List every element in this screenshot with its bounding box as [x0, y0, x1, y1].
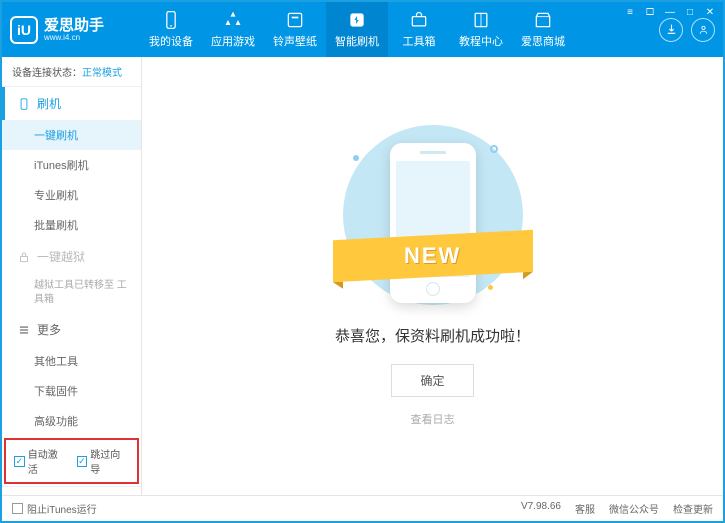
window-controls: ≡ 🞏 — □ ✕ [623, 5, 717, 19]
download-icon [665, 23, 678, 36]
main-content: NEW 恭喜您，保资料刷机成功啦！ 确定 查看日志 [142, 57, 723, 495]
nav-label: 智能刷机 [335, 33, 379, 49]
menu-icon[interactable]: ≡ [623, 5, 637, 19]
checkbox-label: 自动激活 [28, 446, 67, 476]
view-log-link[interactable]: 查看日志 [411, 411, 455, 427]
tab-ringtones[interactable]: 铃声壁纸 [264, 2, 326, 57]
nav-label: 爱思商城 [521, 33, 565, 49]
sidebar-item-download-firmware[interactable]: 下载固件 [2, 376, 141, 406]
app-window: ≡ 🞏 — □ ✕ iU 爱思助手 www.i4.cn 我的设备 应用游戏 铃声… [0, 0, 725, 523]
nav-label: 铃声壁纸 [273, 33, 317, 49]
close-icon[interactable]: ✕ [703, 5, 717, 19]
section-label: 刷机 [37, 95, 61, 112]
tab-tutorials[interactable]: 教程中心 [450, 2, 512, 57]
checkbox-label: 阻止iTunes运行 [27, 501, 97, 516]
success-message: 恭喜您，保资料刷机成功啦！ [335, 325, 530, 346]
checkbox-highlight-box: ✓自动激活 ✓跳过向导 [4, 438, 139, 484]
download-button[interactable] [659, 18, 683, 42]
menu-icon [17, 323, 31, 337]
check-update-link[interactable]: 检查更新 [673, 501, 713, 516]
minimize-icon[interactable]: — [663, 5, 677, 19]
wechat-link[interactable]: 微信公众号 [609, 501, 659, 516]
section-label: 更多 [37, 321, 61, 338]
footer-right: V7.98.66 客服 微信公众号 检查更新 [521, 501, 713, 516]
checkbox-label: 跳过向导 [90, 446, 129, 476]
user-button[interactable] [691, 18, 715, 42]
app-url: www.i4.cn [44, 33, 104, 42]
store-icon [533, 10, 553, 30]
phone-icon [17, 97, 31, 111]
section-more[interactable]: 更多 [2, 313, 141, 346]
ribbon-text: NEW [404, 243, 461, 269]
section-flash[interactable]: 刷机 [2, 87, 141, 120]
nav-tabs: 我的设备 应用游戏 铃声壁纸 智能刷机 工具箱 教程中心 爱思商城 [140, 2, 574, 57]
footer: 阻止iTunes运行 V7.98.66 客服 微信公众号 检查更新 [2, 495, 723, 521]
app-name: 爱思助手 [44, 18, 104, 33]
wallpaper-icon [285, 10, 305, 30]
maximize-icon[interactable]: □ [683, 5, 697, 19]
nav-label: 应用游戏 [211, 33, 255, 49]
phone-icon [161, 10, 181, 30]
flash-icon [347, 10, 367, 30]
lock-icon [17, 250, 31, 264]
section-jailbreak: 一键越狱 [2, 240, 141, 273]
checkbox-auto-activate[interactable]: ✓自动激活 [14, 446, 67, 476]
sidebar-bottom: ✓自动激活 ✓跳过向导 iPhone 12 mini 64GB Down-12m… [2, 436, 141, 495]
connection-status: 设备连接状态：正常模式 [2, 57, 141, 87]
body: 设备连接状态：正常模式 刷机 一键刷机 iTunes刷机 专业刷机 批量刷机 一… [2, 57, 723, 495]
book-icon [471, 10, 491, 30]
sidebar-item-batch-flash[interactable]: 批量刷机 [2, 210, 141, 240]
header-right [659, 18, 715, 42]
sidebar-item-pro-flash[interactable]: 专业刷机 [2, 180, 141, 210]
section-label: 一键越狱 [37, 248, 85, 265]
status-label: 设备连接状态： [12, 68, 82, 79]
version-label: V7.98.66 [521, 501, 561, 516]
checkbox-skip-wizard[interactable]: ✓跳过向导 [77, 446, 130, 476]
apps-icon [223, 10, 243, 30]
checkbox-icon [12, 503, 23, 514]
tab-apps[interactable]: 应用游戏 [202, 2, 264, 57]
check-icon: ✓ [14, 456, 25, 467]
success-illustration: NEW [343, 125, 523, 305]
toolbox-icon [409, 10, 429, 30]
nav-label: 我的设备 [149, 33, 193, 49]
sidebar-item-itunes-flash[interactable]: iTunes刷机 [2, 150, 141, 180]
tab-flash[interactable]: 智能刷机 [326, 2, 388, 57]
sidebar-item-oneclick-flash[interactable]: 一键刷机 [2, 120, 141, 150]
user-icon [697, 23, 710, 36]
header: iU 爱思助手 www.i4.cn 我的设备 应用游戏 铃声壁纸 智能刷机 工具… [2, 2, 723, 57]
confirm-button[interactable]: 确定 [391, 364, 473, 397]
tab-toolbox[interactable]: 工具箱 [388, 2, 450, 57]
service-link[interactable]: 客服 [575, 501, 595, 516]
nav-label: 教程中心 [459, 33, 503, 49]
sidebar: 设备连接状态：正常模式 刷机 一键刷机 iTunes刷机 专业刷机 批量刷机 一… [2, 57, 142, 495]
check-icon: ✓ [77, 456, 88, 467]
sidebar-item-other-tools[interactable]: 其他工具 [2, 346, 141, 376]
logo-icon: iU [10, 16, 38, 44]
sidebar-item-advanced[interactable]: 高级功能 [2, 406, 141, 436]
device-info: iPhone 12 mini 64GB Down-12mini-13,1 [2, 486, 141, 495]
logo: iU 爱思助手 www.i4.cn [10, 16, 140, 44]
tab-store[interactable]: 爱思商城 [512, 2, 574, 57]
checkbox-block-itunes[interactable]: 阻止iTunes运行 [12, 501, 97, 516]
jailbreak-note: 越狱工具已转移至 工具箱 [2, 273, 141, 313]
status-value: 正常模式 [82, 68, 122, 79]
tab-my-device[interactable]: 我的设备 [140, 2, 202, 57]
lock-icon[interactable]: 🞏 [643, 5, 657, 19]
nav-label: 工具箱 [403, 33, 436, 49]
